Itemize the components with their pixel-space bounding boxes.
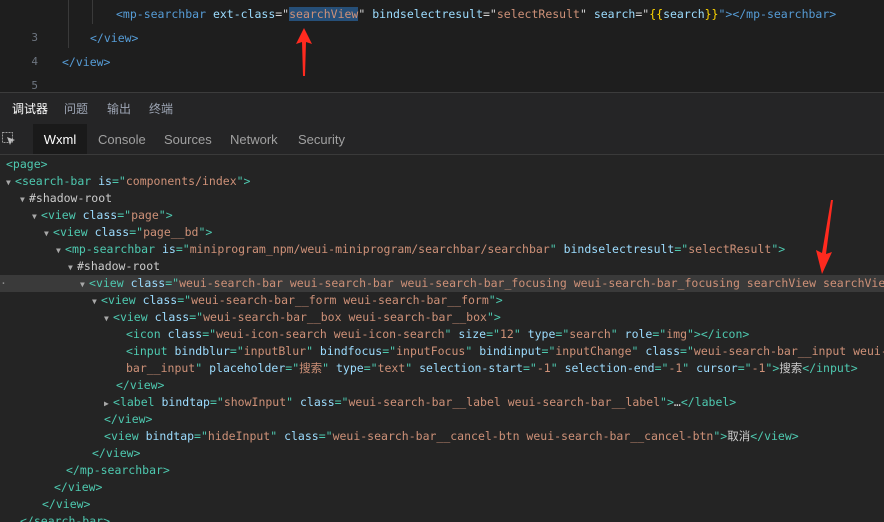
- tab-sources[interactable]: Sources: [164, 124, 212, 154]
- red-arrow-icon: [816, 200, 833, 274]
- expand-arrow-icon: ▶: [104, 399, 109, 408]
- tree-row[interactable]: <view bindtap="hideInput" class="weui-se…: [0, 428, 884, 445]
- collapse-arrow-icon: ▼: [68, 263, 73, 272]
- tree-row[interactable]: ▼ <view class="page__bd">: [0, 224, 884, 241]
- tree-row[interactable]: </view>: [0, 377, 884, 394]
- tab-debugger[interactable]: 调试器: [12, 93, 48, 124]
- tree-row[interactable]: ▼ #shadow-root: [0, 190, 884, 207]
- tab-wxml[interactable]: Wxml: [33, 124, 87, 154]
- tab-security[interactable]: Security: [298, 124, 345, 154]
- line-code: <mp-searchbar ext-class="searchView" bin…: [116, 7, 837, 21]
- tree-row[interactable]: ▼ <view class="weui-search-bar__form weui…: [0, 292, 884, 309]
- collapse-arrow-icon: ▼: [20, 195, 25, 204]
- devtools-toolbar: Wxml Console Sources Network Security: [0, 124, 884, 155]
- collapse-arrow-icon: ▼: [6, 178, 11, 187]
- tree-row[interactable]: ▼ <view class="weui-search-bar__box weui-…: [0, 309, 884, 326]
- collapse-arrow-icon: ▼: [92, 297, 97, 306]
- tree-row[interactable]: </mp-searchbar>: [0, 462, 884, 479]
- tree-row[interactable]: ▼ <search-bar is="components/index">: [0, 173, 884, 190]
- editor-line-5[interactable]: 5 </view>: [0, 50, 884, 92]
- collapse-arrow-icon: ▼: [44, 229, 49, 238]
- tree-row[interactable]: <icon class="weui-icon-search weui-icon-…: [0, 326, 884, 343]
- wxml-tree[interactable]: <page> ▼ <search-bar is="components/index…: [0, 155, 884, 522]
- collapse-arrow-icon: ▼: [104, 314, 109, 323]
- tree-row-selected[interactable]: · ▼ <view class="weui-search-bar weui-sea…: [0, 275, 884, 292]
- tree-row[interactable]: </view>: [0, 479, 884, 496]
- tree-row[interactable]: ▼ <view class="page">: [0, 207, 884, 224]
- tree-row[interactable]: <page>: [0, 156, 884, 173]
- tab-network[interactable]: Network: [230, 124, 278, 154]
- ext-class-value-highlight: searchView: [289, 7, 359, 21]
- inspect-element-icon[interactable]: [2, 132, 16, 146]
- tree-row[interactable]: </view>: [0, 411, 884, 428]
- tree-row[interactable]: ▼ <mp-searchbar is="miniprogram_npm/weui-…: [0, 241, 884, 258]
- code-editor[interactable]: 3 <mp-searchbar ext-class="searchView" b…: [0, 0, 884, 92]
- tree-row[interactable]: </search-bar>: [0, 513, 884, 522]
- tree-row[interactable]: <input bindblur="inputBlur" bindfocus="i…: [0, 343, 884, 360]
- tab-console[interactable]: Console: [98, 124, 146, 154]
- tab-output[interactable]: 输出: [107, 93, 131, 124]
- tab-problems[interactable]: 问题: [64, 93, 88, 124]
- editor-line-3[interactable]: 3 <mp-searchbar ext-class="searchView" b…: [0, 2, 884, 44]
- line-code: </view>: [62, 55, 111, 69]
- tree-row[interactable]: ▼ #shadow-root: [0, 258, 884, 275]
- red-arrow-icon: [296, 28, 312, 76]
- editor-line-4[interactable]: 4 </view>: [0, 26, 884, 68]
- tab-terminal[interactable]: 终端: [149, 93, 173, 124]
- tree-row[interactable]: </view>: [0, 496, 884, 513]
- tree-row[interactable]: ▶ <label bindtap="showInput" class="weui-…: [0, 394, 884, 411]
- tree-row[interactable]: bar__input" placeholder="搜索" type="text"…: [0, 360, 884, 377]
- panel-tab-bar: 调试器 问题 输出 终端: [0, 92, 884, 125]
- tree-row[interactable]: </view>: [0, 445, 884, 462]
- line-code: </view>: [90, 31, 139, 45]
- collapse-arrow-icon: ▼: [56, 246, 61, 255]
- collapse-arrow-icon: ▼: [32, 212, 37, 221]
- collapse-arrow-icon: ▼: [80, 280, 85, 289]
